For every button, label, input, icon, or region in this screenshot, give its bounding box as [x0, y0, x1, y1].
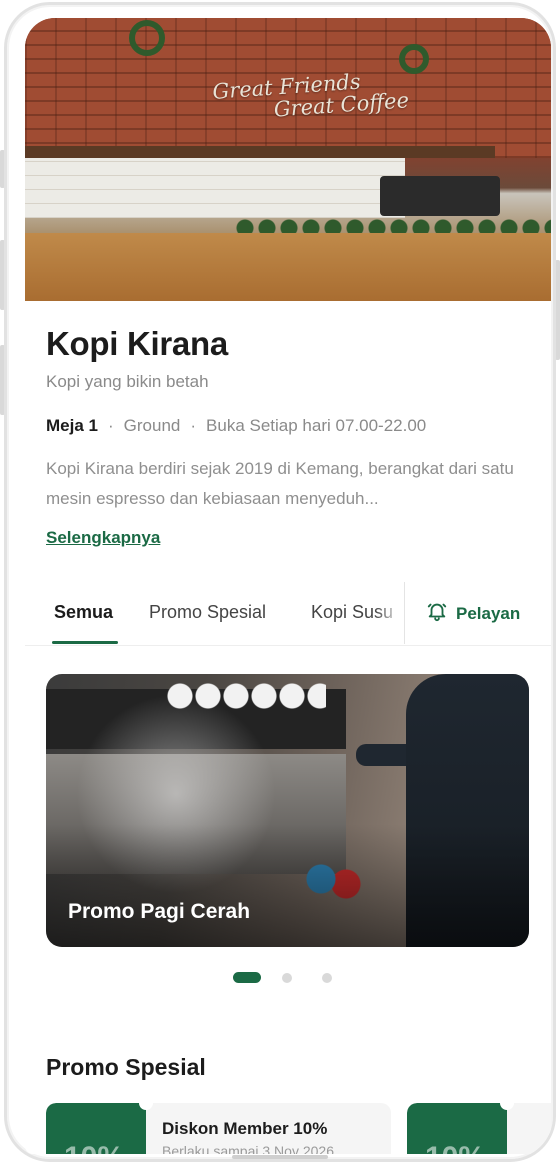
separator-dot: ·	[190, 416, 197, 435]
home-indicator	[232, 1155, 328, 1159]
bell-icon	[426, 600, 448, 627]
read-more-link[interactable]: Selengkapnya	[46, 528, 160, 548]
phone-frame: Great Friends Great Coffee Kopi Kirana K…	[4, 2, 556, 1162]
opening-hours: Buka Setiap hari 07.00-22.00	[206, 416, 427, 435]
category-tabs: Semua Promo Spesial Kopi Susu Pelayan	[25, 580, 551, 646]
cafe-name: Kopi Kirana	[46, 325, 228, 362]
promo-banner[interactable]: Promo Pagi Cerah	[46, 674, 529, 947]
coupon-discount: 10%	[64, 1141, 124, 1154]
app-screen: Great Friends Great Coffee Kopi Kirana K…	[25, 18, 551, 1154]
espresso-machine	[380, 176, 500, 216]
coupon-discount: 10%	[425, 1141, 485, 1154]
call-waiter-button[interactable]: Pelayan	[426, 600, 520, 627]
carousel-dot-active[interactable]	[233, 972, 261, 983]
carousel-dot[interactable]	[282, 973, 292, 983]
tab-promo-spesial[interactable]: Promo Spesial	[149, 602, 266, 623]
banner-title: Promo Pagi Cerah	[68, 900, 251, 923]
carousel-dot[interactable]	[322, 973, 332, 983]
active-tab-indicator	[52, 641, 118, 644]
cafe-meta: Meja 1 · Ground · Buka Setiap hari 07.00-22.…	[46, 416, 426, 436]
wooden-counter	[25, 233, 551, 301]
promo-validity: Berlaku sampai 3 Nov 2026	[162, 1143, 334, 1154]
tab-semua[interactable]: Semua	[54, 602, 113, 623]
tile-backsplash	[25, 158, 405, 218]
promo-name: Diskon Member 10%	[162, 1119, 328, 1138]
mug-shelf	[25, 146, 495, 158]
table-number: Meja 1	[46, 416, 98, 435]
call-waiter-label: Pelayan	[456, 603, 521, 623]
carousel-dots	[25, 972, 551, 984]
promo-card[interactable]: 10% Diskon Member 10% Berlaku sampai 3 N…	[46, 1103, 391, 1154]
wreath-left	[129, 20, 165, 56]
coupon-badge: 10%	[46, 1103, 146, 1154]
promo-section-title: Promo Spesial	[46, 1054, 206, 1080]
cafe-tagline: Kopi yang bikin betah	[46, 372, 209, 391]
tabs-divider	[404, 582, 405, 644]
promo-card[interactable]: 10%	[407, 1103, 551, 1154]
tabs-scroll-fade	[375, 580, 403, 644]
coupon-badge: 10%	[407, 1103, 507, 1154]
cafe-description: Kopi Kirana berdiri sejak 2019 di Kemang…	[46, 459, 514, 508]
cafe-hero-photo: Great Friends Great Coffee	[25, 18, 551, 301]
floor-label: Ground	[123, 416, 181, 435]
separator-dot: ·	[107, 416, 114, 435]
